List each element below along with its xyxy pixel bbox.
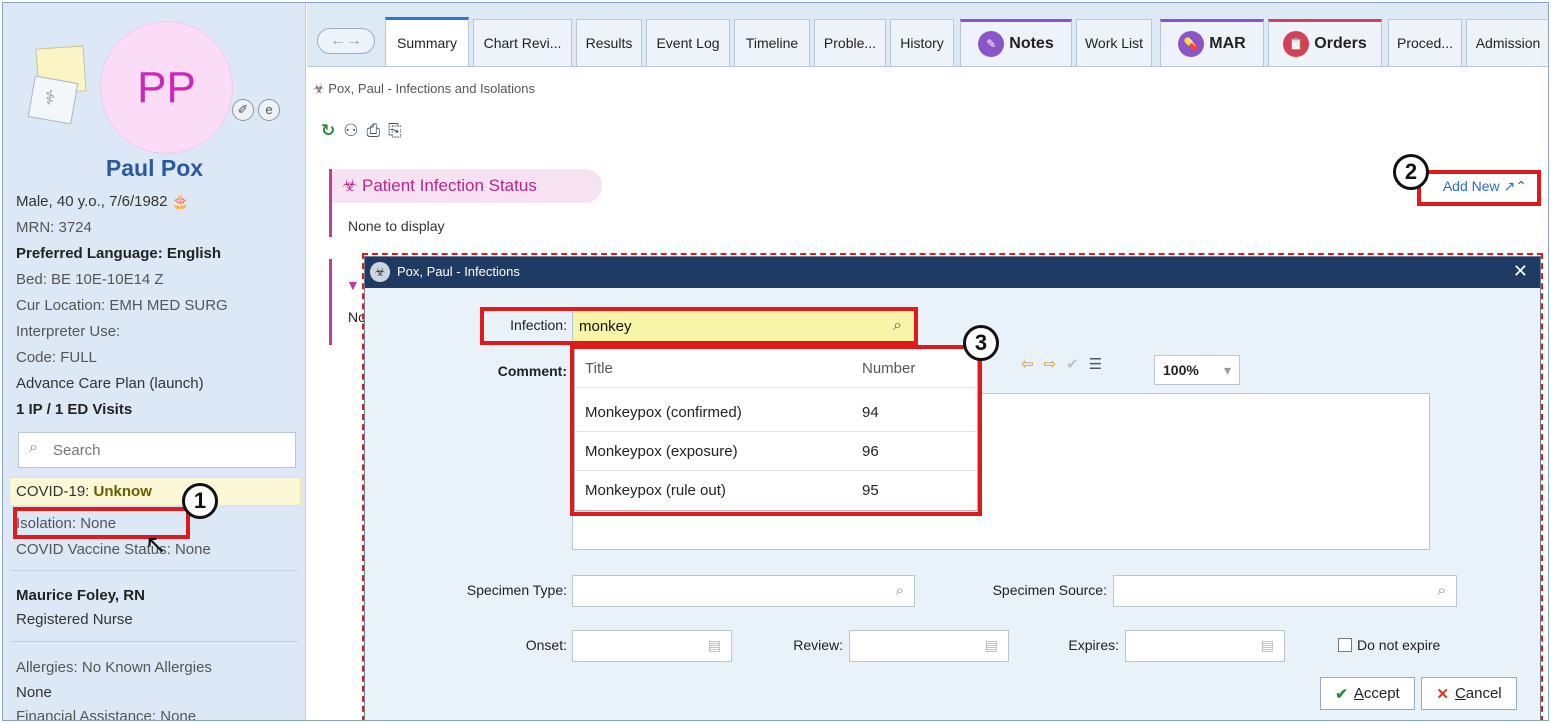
patient-infection-status-section: ☣ Patient Infection Status None to displ… [329, 169, 1539, 237]
tab-procedures[interactable]: Proced... [1388, 19, 1462, 66]
callout-box-add-new [1417, 170, 1541, 206]
mouse-pointer-icon: ↖ [145, 529, 167, 559]
copy-icon[interactable]: ⎘ [388, 121, 402, 141]
sidebar-search[interactable]: ⌕ [18, 432, 296, 468]
patient-name[interactable]: Paul Pox [3, 155, 306, 182]
covid-status[interactable]: COVID-19: Unknow [16, 483, 152, 500]
tab-label: Summary [397, 35, 457, 51]
tab-label: Results [585, 35, 633, 51]
edit-photo-icon[interactable]: ✐ [232, 99, 254, 121]
search-icon: ⌕ [29, 439, 38, 456]
tab-label: Proble... [823, 35, 877, 51]
callout-1: 1 [182, 483, 218, 519]
tab-label: Event Log [656, 35, 720, 51]
covid-label: COVID-19: [16, 483, 94, 500]
tab-event-log[interactable]: Event Log [646, 19, 730, 66]
avatar[interactable]: PP [100, 21, 233, 154]
demographics: Male, 40 y.o., 7/6/1982 🎂 [16, 193, 189, 210]
print-icon[interactable]: ⎙ [367, 121, 381, 141]
tab-label: Chart Revi... [483, 35, 562, 51]
status-header: ☣ Patient Infection Status [332, 169, 602, 203]
sidebar-divider [11, 570, 298, 571]
interpreter-use: Interpreter Use: [16, 323, 121, 340]
tab-timeline[interactable]: Timeline [734, 19, 810, 66]
code-status: Code: FULL [16, 349, 97, 366]
activity-tab-strip: ←→ Summary Chart Revi... Results Event L… [307, 3, 1548, 67]
notes-icon: ✎ [978, 31, 1005, 57]
birthday-cake-icon: 🎂 [171, 193, 190, 209]
tab-label: Timeline [745, 35, 799, 51]
biohazard-icon: ☣ [313, 81, 325, 96]
tab-admission[interactable]: Admission [1466, 19, 1548, 66]
tab-notes[interactable]: ✎ Notes [960, 19, 1072, 66]
tab-label: Notes [1009, 35, 1054, 52]
financial-assistance[interactable]: Financial Assistance: None [16, 708, 196, 720]
status-title: ☣ Patient Infection Status [342, 176, 537, 196]
nurse-name[interactable]: Maurice Foley, RN [16, 587, 145, 604]
tab-results[interactable]: Results [576, 19, 642, 66]
bed: Bed: BE 10E-10E14 Z [16, 271, 164, 288]
sidebar-divider [11, 641, 298, 642]
allergies-none: None [16, 684, 52, 701]
tab-orders[interactable]: 📋 Orders [1268, 19, 1382, 66]
tab-label: Orders [1314, 35, 1367, 52]
tab-work-list[interactable]: Work List [1076, 19, 1152, 66]
visits-count[interactable]: 1 IP / 1 ED Visits [16, 401, 132, 418]
mar-icon: 💊 [1178, 31, 1205, 57]
callout-box-dropdown [570, 345, 982, 516]
tab-label: Proced... [1396, 35, 1454, 51]
callout-2: 2 [1393, 154, 1429, 190]
covid-vaccine-status[interactable]: COVID Vaccine Status: None [16, 541, 211, 558]
status-empty-text: None to display [348, 218, 445, 234]
patient-sidebar: ⚕ PP ✐ e Paul Pox Male, 40 y.o., 7/6/198… [3, 3, 306, 720]
demographics-text: Male, 40 y.o., 7/6/1982 [16, 193, 168, 210]
callout-3: 3 [963, 325, 999, 361]
refresh-icon[interactable]: ↻ [321, 121, 335, 141]
e-icon[interactable]: e [258, 99, 280, 121]
tab-label: History [900, 35, 944, 51]
covid-value: Unknow [93, 483, 152, 500]
back-forward-arrows-icon[interactable]: ←→ [317, 28, 375, 54]
stethoscope-card-icon[interactable]: ⚕ [27, 75, 79, 125]
allergies[interactable]: Allergies: No Known Allergies [16, 659, 212, 676]
callout-box-infection-field [480, 307, 918, 345]
mrn: MRN: 3724 [16, 219, 92, 236]
tab-label: Work List [1084, 35, 1144, 51]
biohazard-icon: ☣ [342, 176, 358, 195]
tab-problems[interactable]: Proble... [814, 19, 886, 66]
current-location: Cur Location: EMH MED SURG [16, 297, 228, 314]
tab-history[interactable]: History [890, 19, 954, 66]
tab-mar[interactable]: 💊 MAR [1160, 19, 1264, 66]
tab-chart-review[interactable]: Chart Revi... [473, 19, 572, 66]
warning-triangle-icon: ▼ [346, 277, 360, 293]
tab-label: Admission [1475, 35, 1541, 51]
app-window: ⚕ PP ✐ e Paul Pox Male, 40 y.o., 7/6/198… [2, 2, 1549, 721]
tab-label: MAR [1209, 35, 1246, 52]
status-title-text: Patient Infection Status [361, 176, 537, 195]
sidebar-search-input[interactable] [19, 433, 295, 467]
orders-icon: 📋 [1283, 31, 1310, 57]
binoculars-icon[interactable]: ⚇ [343, 121, 358, 141]
tab-summary[interactable]: Summary [385, 17, 469, 66]
advance-care-plan-link[interactable]: Advance Care Plan (launch) [16, 375, 204, 392]
panel-title-text: Pox, Paul - Infections and Isolations [328, 81, 535, 96]
preferred-language: Preferred Language: English [16, 245, 222, 262]
panel-toolbar: ↻ ⚇ ⎙ ⎘ [321, 121, 402, 141]
panel-title: ☣ Pox, Paul - Infections and Isolations [313, 81, 535, 97]
nurse-role: Registered Nurse [16, 611, 133, 628]
